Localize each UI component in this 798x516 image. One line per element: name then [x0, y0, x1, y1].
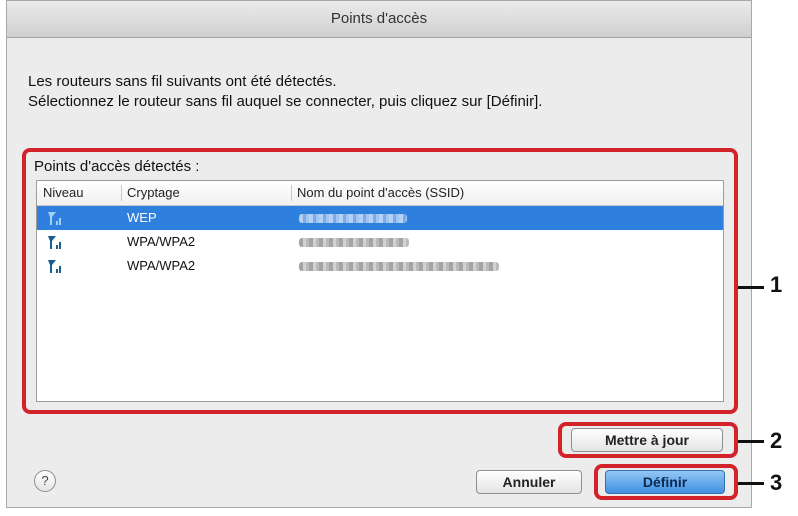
define-button[interactable]: Définir	[605, 470, 725, 494]
intro-line-2: Sélectionnez le routeur sans fil auquel …	[28, 93, 543, 110]
encryption-cell: WPA/WPA2	[127, 258, 196, 273]
column-header-ssid[interactable]: Nom du point d'accès (SSID)	[297, 181, 464, 205]
window-title: Points d'accès	[7, 1, 751, 38]
intro-line-1: Les routeurs sans fil suivants ont été d…	[28, 73, 337, 90]
wifi-signal-icon	[48, 260, 61, 273]
column-header-encryption[interactable]: Cryptage	[127, 181, 180, 205]
callout-number-3: 3	[770, 470, 783, 495]
access-point-row[interactable]: WPA/WPA2	[37, 230, 723, 254]
wifi-signal-icon	[48, 236, 61, 249]
intro-text: Les routeurs sans fil suivants ont été d…	[28, 72, 542, 112]
ssid-cell-redacted	[299, 238, 409, 247]
callout-line-2	[738, 440, 764, 443]
cancel-button[interactable]: Annuler	[476, 470, 582, 494]
encryption-cell: WPA/WPA2	[127, 234, 196, 249]
column-header-level[interactable]: Niveau	[43, 181, 83, 205]
encryption-cell: WEP	[127, 210, 157, 225]
callout-number-1: 1	[770, 272, 783, 297]
ssid-cell-redacted	[299, 262, 499, 271]
callout-line-1	[738, 286, 764, 289]
access-point-row[interactable]: WEP	[37, 206, 723, 230]
column-separator	[291, 185, 292, 201]
update-button[interactable]: Mettre à jour	[571, 428, 723, 452]
ssid-cell-redacted	[299, 214, 407, 223]
access-points-list[interactable]: Niveau Cryptage Nom du point d'accès (SS…	[36, 180, 724, 402]
access-point-row[interactable]: WPA/WPA2	[37, 254, 723, 278]
column-separator	[121, 185, 122, 201]
detected-access-points-label: Points d'accès détectés :	[34, 158, 200, 175]
callout-line-3	[738, 482, 764, 485]
wifi-signal-icon	[48, 212, 61, 225]
list-header: Niveau Cryptage Nom du point d'accès (SS…	[37, 181, 723, 206]
help-button[interactable]: ?	[34, 470, 56, 492]
callout-number-2: 2	[770, 428, 783, 453]
